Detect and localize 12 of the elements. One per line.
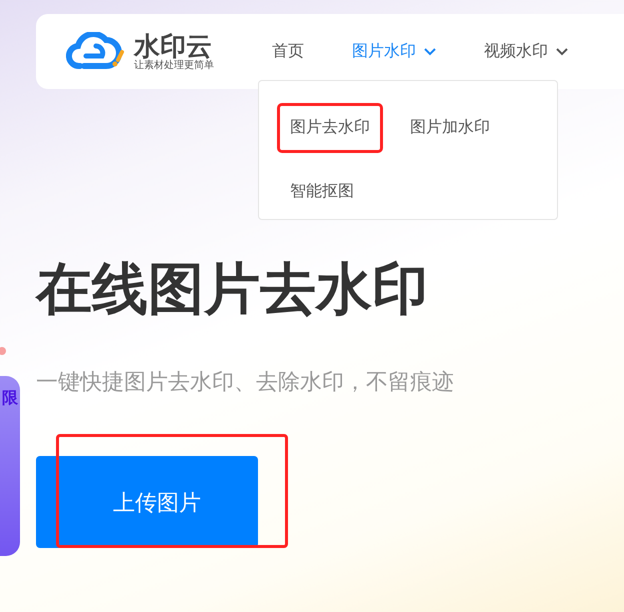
hero-subtitle: 一键快捷图片去水印、去除水印，不留痕迹 xyxy=(36,368,454,396)
menu-item[interactable]: 图片加水印 xyxy=(397,103,503,153)
promo-text: 限 xyxy=(2,390,18,409)
upload-button[interactable]: 上传图片 xyxy=(36,456,258,548)
logo-tagline: 让素材处理更简单 xyxy=(134,60,214,72)
nav-link[interactable]: 首页 xyxy=(272,40,304,64)
hero-title: 在线图片去水印 xyxy=(36,256,428,322)
logo-text: 水印云 xyxy=(134,32,212,60)
nav-link[interactable]: 图片水印 xyxy=(352,40,436,64)
menu-item[interactable]: 智能抠图 xyxy=(277,167,367,217)
nav-link[interactable]: 视频水印 xyxy=(484,40,568,64)
menu-item[interactable]: 图片去水印 xyxy=(277,103,383,153)
